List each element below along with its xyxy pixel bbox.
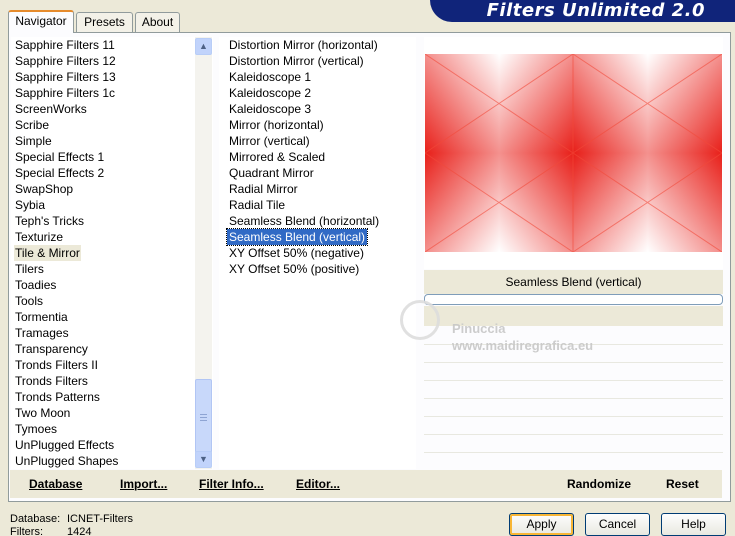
category-item[interactable]: Sapphire Filters 1c [14, 85, 116, 101]
category-item[interactable]: Tilers [14, 261, 45, 277]
status-database-label: Database: [10, 513, 61, 525]
category-item[interactable]: Teph's Tricks [14, 213, 85, 229]
category-item[interactable]: Simple [14, 133, 53, 149]
filter-item[interactable]: Distortion Mirror (horizontal) [227, 37, 380, 53]
randomize-button[interactable]: Randomize [567, 470, 631, 498]
category-item[interactable]: Sapphire Filters 12 [14, 53, 117, 69]
category-item[interactable]: Special Effects 2 [14, 165, 105, 181]
cancel-button[interactable]: Cancel [585, 513, 650, 536]
preview-filter-name: Seamless Blend (vertical) [424, 270, 723, 294]
chevron-up-icon[interactable]: ▲ [195, 38, 212, 55]
reset-button[interactable]: Reset [666, 470, 699, 498]
filter-item[interactable]: Radial Tile [227, 197, 287, 213]
filter-item[interactable]: Kaleidoscope 2 [227, 85, 313, 101]
filter-item[interactable]: Kaleidoscope 3 [227, 101, 313, 117]
watermark-logo [400, 300, 440, 340]
filter-item[interactable]: Seamless Blend (horizontal) [227, 213, 381, 229]
category-item[interactable]: Two Moon [14, 405, 71, 421]
filter-item[interactable]: Mirrored & Scaled [227, 149, 327, 165]
category-item[interactable]: Tile & Mirror [14, 245, 81, 261]
app-title-banner: Filters Unlimited 2.0 [430, 0, 735, 22]
filter-item[interactable]: Seamless Blend (vertical) [225, 228, 369, 246]
tab-about[interactable]: About [135, 12, 180, 32]
category-item[interactable]: ScreenWorks [14, 101, 88, 117]
scrollbar-thumb[interactable] [195, 379, 212, 453]
category-item[interactable]: Sapphire Filters 11 [14, 37, 116, 53]
category-item[interactable]: UnPlugged Shapes [14, 453, 119, 469]
database-button[interactable]: Database [29, 470, 82, 498]
category-item[interactable]: Special Effects 1 [14, 149, 105, 165]
category-scrollbar[interactable]: ▲ ▼ [195, 37, 212, 469]
category-item[interactable]: Toadies [14, 277, 57, 293]
import-button[interactable]: Import... [120, 470, 167, 498]
filter-item[interactable]: XY Offset 50% (negative) [227, 245, 366, 261]
status-database-value: ICNET-Filters [67, 513, 133, 525]
editor-button[interactable]: Editor... [296, 470, 340, 498]
status-database: Database: ICNET-Filters [10, 513, 133, 525]
category-item[interactable]: Tronds Filters II [14, 357, 99, 373]
category-item[interactable]: Sybia [14, 197, 46, 213]
status-filters: Filters: 1424 [10, 526, 91, 536]
category-item[interactable]: Transparency [14, 341, 89, 357]
filter-item[interactable]: Distortion Mirror (vertical) [227, 53, 366, 69]
tab-navigator[interactable]: Navigator [8, 10, 74, 33]
progress-bar [424, 294, 723, 305]
category-item[interactable]: Tormentia [14, 309, 69, 325]
filter-item[interactable]: Kaleidoscope 1 [227, 69, 313, 85]
category-list[interactable]: Sapphire Filters 11 Sapphire Filters 12 Sa… [11, 37, 213, 469]
filter-item[interactable]: XY Offset 50% (positive) [227, 261, 361, 277]
help-button[interactable]: Help [661, 513, 726, 536]
filter-item[interactable]: Quadrant Mirror [227, 165, 316, 181]
category-item[interactable]: Tymoes [14, 421, 58, 437]
category-item[interactable]: Sapphire Filters 13 [14, 69, 117, 85]
preview-image [425, 54, 722, 252]
status-filters-value: 1424 [67, 526, 92, 536]
category-item[interactable]: SwapShop [14, 181, 74, 197]
chevron-down-icon[interactable]: ▼ [195, 451, 212, 468]
category-item[interactable]: Tramages [14, 325, 70, 341]
watermark-name: Pinuccia [452, 321, 506, 336]
watermark-url: www.maidiregrafica.eu [452, 338, 594, 353]
category-item[interactable]: Tronds Patterns [14, 389, 101, 405]
tab-presets[interactable]: Presets [76, 12, 133, 32]
filter-item[interactable]: Mirror (vertical) [227, 133, 312, 149]
status-filters-label: Filters: [10, 526, 43, 536]
category-item[interactable]: Tronds Filters [14, 373, 89, 389]
filter-info-button[interactable]: Filter Info... [199, 470, 264, 498]
filter-item[interactable]: Mirror (horizontal) [227, 117, 326, 133]
bottom-button-bar: Database Import... Filter Info... Editor… [10, 470, 722, 498]
filter-item[interactable]: Radial Mirror [227, 181, 300, 197]
filter-list[interactable]: Distortion Mirror (horizontal) Distortion… [219, 37, 416, 469]
category-item[interactable]: UnPlugged Effects [14, 437, 115, 453]
category-item[interactable]: Tools [14, 293, 44, 309]
category-item[interactable]: Scribe [14, 117, 50, 133]
category-item[interactable]: Texturize [14, 229, 64, 245]
apply-button[interactable]: Apply [509, 513, 574, 536]
